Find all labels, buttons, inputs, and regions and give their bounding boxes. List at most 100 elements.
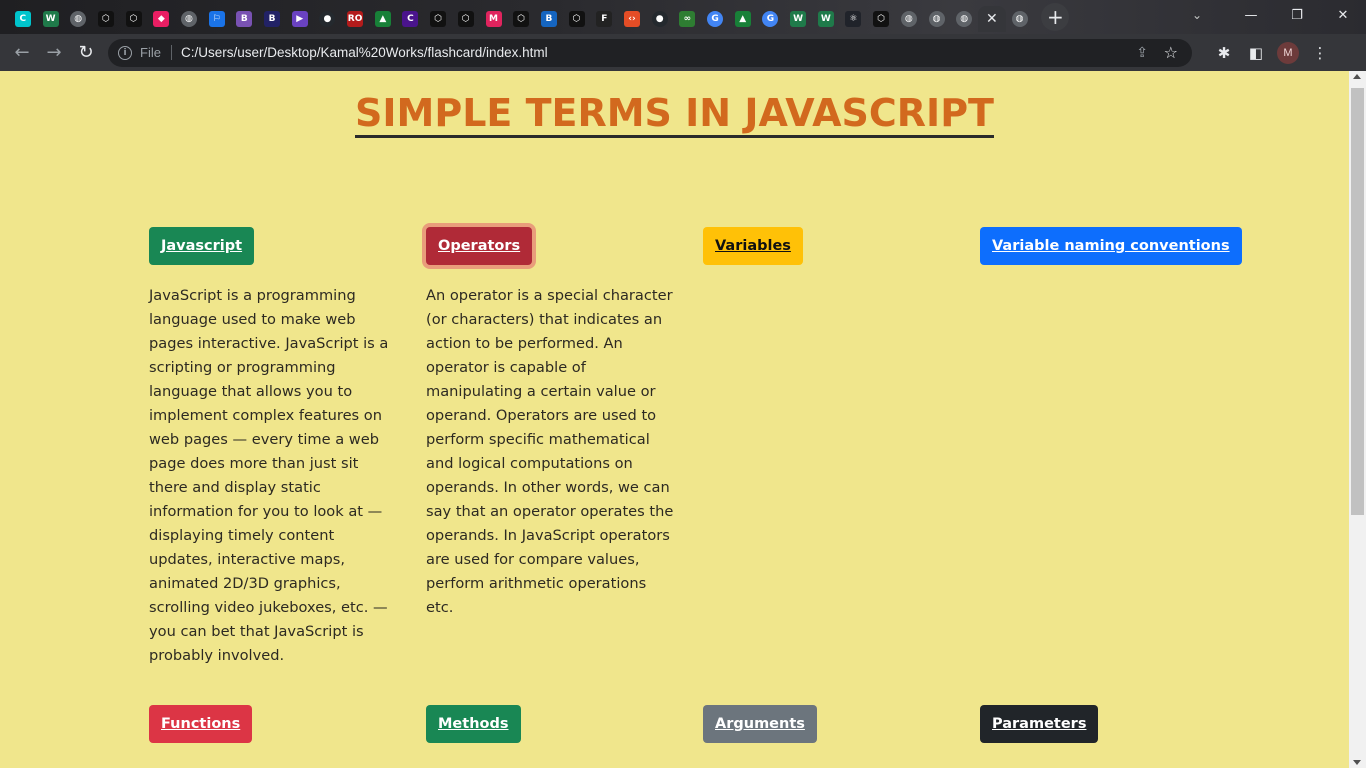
frame-icon: F [596, 11, 613, 27]
flashcard-arguments: Arguments [703, 705, 955, 743]
flashcard-javascript: Javascript JavaScript is a programming l… [149, 227, 401, 668]
bookmark-star-icon[interactable]: ☆ [1164, 43, 1178, 62]
browser-tab[interactable]: ▲ [729, 6, 757, 32]
react-icon: ⚛ [845, 11, 862, 27]
share-icon[interactable]: ⇪ [1136, 45, 1148, 61]
flashcard-operators: Operators An operator is a special chara… [426, 227, 678, 620]
codepen-icon: ⬡ [97, 11, 114, 27]
browser-tab[interactable]: C [397, 6, 425, 32]
side-panel-icon[interactable]: ◧ [1240, 37, 1272, 69]
scrollbar-thumb[interactable] [1351, 88, 1364, 515]
browser-tab[interactable]: ● [646, 6, 674, 32]
variables-button[interactable]: Variables [703, 227, 803, 265]
browser-tab[interactable]: RO [341, 6, 369, 32]
google-icon: G [762, 11, 779, 27]
google-drive-icon: ▲ [734, 11, 751, 27]
browser-tab[interactable]: ⚐ [203, 6, 231, 32]
javascript-description: JavaScript is a programming language use… [149, 287, 389, 664]
browser-tab[interactable]: ‹› [618, 6, 646, 32]
browser-tab[interactable]: ⬡ [563, 6, 591, 32]
tab-search-chevron-icon[interactable]: ⌄ [1174, 8, 1220, 22]
close-icon[interactable]: ✕ [984, 11, 1000, 27]
browser-tab[interactable]: W [784, 6, 812, 32]
page-title-text: SIMPLE TERMS IN JAVASCRIPT [355, 91, 994, 138]
back-arrow-icon[interactable]: ← [6, 37, 38, 69]
variable-naming-conventions-button[interactable]: Variable naming conventions [980, 227, 1242, 265]
browser-tab[interactable]: ⬡ [120, 6, 148, 32]
methods-button[interactable]: Methods [426, 705, 521, 743]
browser-tab[interactable]: F [590, 6, 618, 32]
browser-tab[interactable]: W [37, 6, 65, 32]
address-bar[interactable]: i File C:/Users/user/Desktop/Kamal%20Wor… [108, 38, 1192, 67]
globe-icon: ◍ [1011, 11, 1028, 27]
browser-tab[interactable]: G [757, 6, 785, 32]
browser-tab[interactable]: ⬡ [452, 6, 480, 32]
operators-description: An operator is a special character (or c… [426, 287, 674, 616]
google-icon: G [707, 11, 724, 27]
browser-tab[interactable]: ⬡ [507, 6, 535, 32]
scroll-down-arrow-icon[interactable] [1353, 760, 1361, 765]
browser-tab[interactable]: M [480, 6, 508, 32]
menu-kebab-icon[interactable]: ⋮ [1304, 37, 1336, 69]
maker-icon: M [485, 11, 502, 27]
browser-tab[interactable]: ✕ [978, 6, 1006, 32]
window-controls: ⌄ — ❐ ✕ [1174, 0, 1366, 30]
globe-icon: ◍ [928, 11, 945, 27]
restore-icon[interactable]: ❐ [1274, 0, 1320, 30]
browser-tab[interactable]: ◍ [950, 6, 978, 32]
functions-button[interactable]: Functions [149, 705, 253, 743]
globe-icon: ◍ [900, 11, 917, 27]
browser-tab[interactable]: ⬡ [92, 6, 120, 32]
webflow-w-icon: W [817, 11, 834, 27]
browser-tab[interactable]: ◍ [923, 6, 951, 32]
globe-icon: ◍ [70, 11, 87, 27]
operators-button[interactable]: Operators [426, 227, 533, 265]
browser-tab[interactable]: ⚛ [840, 6, 868, 32]
shapes-icon: ▶ [291, 11, 308, 27]
new-tab-button[interactable]: + [1041, 3, 1070, 31]
forward-arrow-icon[interactable]: → [38, 37, 70, 69]
globe-icon: ◍ [956, 11, 973, 27]
page-viewport: SIMPLE TERMS IN JAVASCRIPT Javascript Ja… [0, 71, 1349, 768]
info-icon[interactable]: i [118, 45, 132, 60]
browser-tab[interactable]: ▲ [369, 6, 397, 32]
b-icon: B [264, 11, 281, 27]
reload-icon[interactable]: ↻ [70, 37, 102, 69]
browser-tab[interactable]: ◍ [895, 6, 923, 32]
browser-tab[interactable]: ∞ [674, 6, 702, 32]
scroll-up-arrow-icon[interactable] [1353, 74, 1361, 79]
close-window-icon[interactable]: ✕ [1320, 0, 1366, 30]
browser-tab[interactable]: B [231, 6, 259, 32]
profile-avatar[interactable]: M [1277, 41, 1299, 64]
github-icon: ● [651, 11, 668, 27]
plus-icon: + [1047, 5, 1064, 29]
codepen-icon: ⬡ [457, 11, 474, 27]
code-icon: ‹› [623, 11, 640, 27]
javascript-button[interactable]: Javascript [149, 227, 255, 265]
browser-tab[interactable]: W [812, 6, 840, 32]
browser-tab[interactable]: ⬡ [424, 6, 452, 32]
browser-tab[interactable]: B [258, 6, 286, 32]
browser-tab[interactable]: B [535, 6, 563, 32]
tab-strip: C W ◍ ⬡ ⬡ ◆ ◍ ⚐ B B ▶ ● RO ▲ C ⬡ ⬡ M ⬡ B ⬡ F ‹› ● ∞ G ▲ G W W ⚛ ⬡ ◍ ◍ ◍ ✕ ◍ … [0, 0, 1366, 34]
url-text[interactable]: C:/Users/user/Desktop/Kamal%20Works/flas… [181, 45, 548, 60]
extensions-puzzle-icon[interactable]: ✱ [1208, 37, 1240, 69]
browser-tab[interactable]: ◆ [147, 6, 175, 32]
browser-tab[interactable]: ◍ [175, 6, 203, 32]
browser-tab[interactable]: G [701, 6, 729, 32]
parameters-button[interactable]: Parameters [980, 705, 1099, 743]
minimize-icon[interactable]: — [1228, 0, 1274, 30]
browser-tab[interactable]: C [9, 6, 37, 32]
github-icon: ● [319, 11, 336, 27]
browser-tab[interactable]: ● [314, 6, 342, 32]
codepen-icon: ⬡ [513, 11, 530, 27]
browser-tab[interactable]: ▶ [286, 6, 314, 32]
arguments-button[interactable]: Arguments [703, 705, 817, 743]
vertical-scrollbar[interactable] [1349, 71, 1366, 768]
browser-tab[interactable]: ◍ [1006, 6, 1034, 32]
codepen-icon: ⬡ [125, 11, 142, 27]
infinity-icon: ∞ [679, 11, 696, 27]
browser-tab[interactable]: ◍ [64, 6, 92, 32]
ro-icon: RO [347, 11, 364, 27]
browser-tab[interactable]: ⬡ [867, 6, 895, 32]
